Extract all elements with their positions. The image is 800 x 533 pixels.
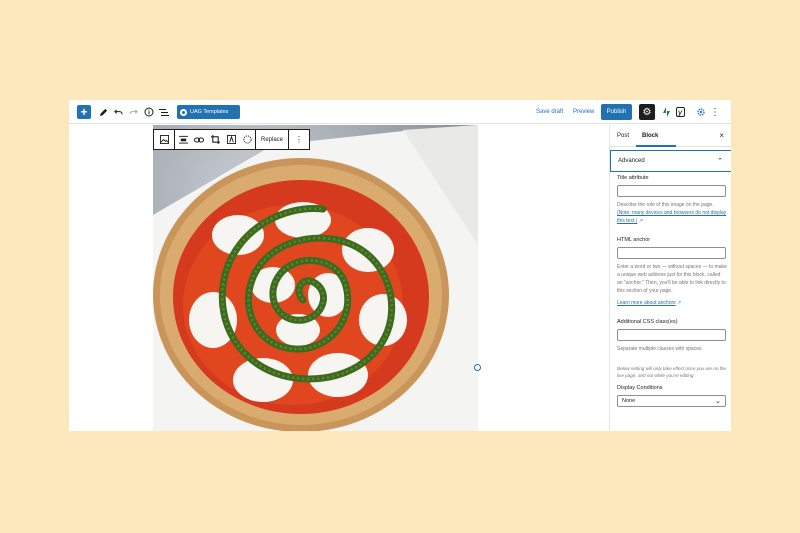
display-conditions-select[interactable]: None ⌄ bbox=[617, 395, 726, 407]
title-attribute-help-text: Describe the role of this image on the p… bbox=[617, 202, 714, 208]
html-anchor-help: Enter a word or two — without spaces — t… bbox=[617, 264, 727, 294]
css-class-input[interactable] bbox=[617, 329, 726, 341]
list-view-icon bbox=[159, 108, 169, 116]
duotone-icon bbox=[242, 135, 252, 144]
save-draft-button[interactable]: Save draft bbox=[536, 100, 563, 124]
publish-button[interactable]: Publish bbox=[601, 104, 632, 120]
add-icon: + bbox=[80, 105, 88, 119]
advanced-panel-toggle[interactable]: Advanced ⌃ bbox=[610, 150, 731, 172]
link-button[interactable] bbox=[191, 130, 207, 149]
pencil-icon bbox=[99, 108, 107, 116]
html-anchor-label: HTML anchor bbox=[617, 237, 651, 243]
uag-templates-button[interactable]: UAG Templates bbox=[177, 105, 240, 119]
settings-icon: ⚙ bbox=[642, 106, 652, 118]
sidebar-tabs: Post Block × bbox=[610, 125, 731, 147]
image-block-toolbar: Replace ⋮ bbox=[153, 129, 310, 150]
yoast-icon: y bbox=[675, 107, 685, 117]
jetpack-icon bbox=[662, 107, 670, 117]
text-overlay-button[interactable] bbox=[223, 130, 239, 149]
advanced-panel-title: Advanced bbox=[618, 158, 645, 164]
display-conditions-value: None bbox=[622, 398, 636, 404]
title-attribute-label: Title attribute bbox=[617, 175, 649, 181]
html-anchor-input[interactable] bbox=[617, 247, 726, 259]
spectra-button[interactable] bbox=[695, 100, 707, 124]
title-attribute-help: Describe the role of this image on the p… bbox=[617, 201, 727, 225]
yoast-button[interactable]: y bbox=[674, 100, 686, 124]
chevron-up-icon: ⌃ bbox=[717, 158, 723, 165]
redo-button[interactable] bbox=[127, 100, 139, 124]
crop-button[interactable] bbox=[207, 130, 223, 149]
options-button[interactable]: ⋮ bbox=[710, 100, 720, 124]
image-icon bbox=[159, 135, 169, 144]
title-attribute-note-link[interactable]: (Note: many devices and browsers do not … bbox=[617, 210, 726, 224]
external-link-icon: ↗ bbox=[638, 218, 643, 224]
crop-icon bbox=[210, 135, 220, 144]
list-view-button[interactable] bbox=[158, 100, 170, 124]
advanced-panel-body: Title attribute Describe the role of thi… bbox=[617, 175, 727, 407]
chevron-down-icon: ⌄ bbox=[715, 398, 721, 405]
uag-templates-label: UAG Templates bbox=[190, 109, 229, 115]
details-button[interactable] bbox=[143, 100, 155, 124]
more-vertical-icon: ⋮ bbox=[295, 135, 304, 144]
image-resize-handle[interactable] bbox=[474, 364, 481, 371]
settings-sidebar: Post Block × Advanced ⌃ Title attribute … bbox=[609, 125, 731, 431]
text-over-image-icon bbox=[226, 135, 236, 144]
editor-canvas: Replace ⋮ bbox=[69, 125, 609, 431]
align-button[interactable] bbox=[175, 130, 191, 149]
close-sidebar-button[interactable]: × bbox=[719, 125, 724, 147]
align-icon bbox=[178, 135, 188, 144]
tab-post[interactable]: Post bbox=[617, 125, 629, 147]
display-conditions-note: Below setting will only take effect once… bbox=[617, 366, 727, 378]
duotone-button[interactable] bbox=[239, 130, 255, 149]
uag-logo-icon bbox=[180, 108, 187, 116]
editor-top-bar: + UAG Templates Save draft Preview Publi… bbox=[69, 100, 731, 124]
replace-button[interactable]: Replace bbox=[256, 130, 288, 149]
css-class-help: Separate multiple classes with spaces. bbox=[617, 346, 703, 352]
html-anchor-link-row: Learn more about anchors ↗ bbox=[617, 299, 727, 307]
pizza-image[interactable] bbox=[153, 125, 478, 431]
undo-button[interactable] bbox=[112, 100, 124, 124]
star-gear-icon bbox=[697, 108, 705, 116]
more-vertical-icon: ⋮ bbox=[710, 106, 720, 118]
title-attribute-input[interactable] bbox=[617, 185, 726, 197]
external-link-icon: ↗ bbox=[677, 300, 682, 306]
block-options-button[interactable]: ⋮ bbox=[289, 130, 309, 149]
learn-more-anchors-link[interactable]: Learn more about anchors bbox=[617, 300, 676, 306]
jetpack-button[interactable] bbox=[660, 100, 672, 124]
info-icon bbox=[144, 107, 154, 117]
close-icon: × bbox=[719, 131, 724, 140]
redo-icon bbox=[128, 108, 138, 114]
tab-block[interactable]: Block bbox=[636, 125, 676, 147]
settings-button[interactable]: ⚙ bbox=[639, 104, 655, 120]
pizza-photo bbox=[153, 125, 478, 431]
tools-button[interactable] bbox=[97, 100, 109, 124]
block-type-button[interactable] bbox=[154, 130, 174, 149]
css-class-label: Additional CSS class(es) bbox=[617, 319, 678, 325]
display-conditions-label: Display Conditions bbox=[617, 385, 663, 391]
preview-button[interactable]: Preview bbox=[573, 100, 594, 124]
add-block-button[interactable]: + bbox=[77, 105, 91, 119]
link-icon bbox=[194, 137, 204, 142]
undo-icon bbox=[113, 108, 123, 114]
editor-window: + UAG Templates Save draft Preview Publi… bbox=[69, 100, 731, 431]
